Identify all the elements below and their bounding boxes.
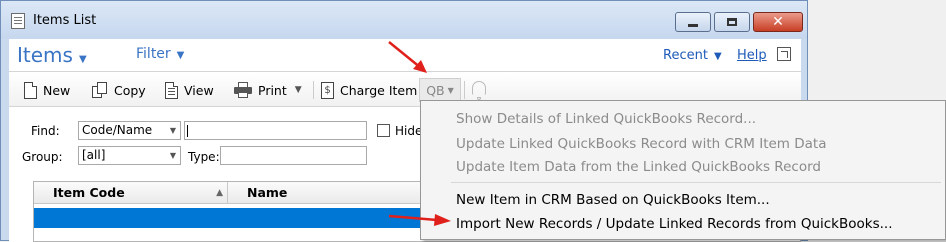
toolbar-divider	[313, 81, 314, 99]
maximize-button[interactable]	[714, 12, 750, 32]
find-input[interactable]	[184, 121, 367, 140]
popout-icon[interactable]	[777, 47, 791, 61]
filter-menu[interactable]: Filter ▼	[136, 46, 184, 62]
close-button[interactable]: ✕	[753, 12, 803, 32]
charge-item-label: Charge Item	[340, 82, 418, 98]
print-icon	[234, 82, 252, 98]
view-icon	[165, 81, 178, 99]
chevron-down-icon: ▼	[78, 54, 87, 65]
group-select[interactable]: [all] ▼	[78, 146, 181, 165]
copy-icon	[92, 81, 108, 99]
annotation-arrow-icon	[388, 41, 427, 73]
menu-item-new-from-qb[interactable]: New Item in CRM Based on QuickBooks Item…	[456, 190, 770, 210]
items-menu[interactable]: Items ▼	[17, 43, 87, 67]
group-value: [all]	[82, 148, 106, 162]
group-label: Group:	[22, 150, 63, 164]
qb-menu-button[interactable]: QB ▼	[419, 78, 461, 102]
hide-label: Hide	[395, 124, 423, 138]
type-label: Type:	[188, 150, 220, 164]
toolbar-divider	[464, 81, 465, 99]
menu-divider	[451, 182, 941, 183]
minimize-icon	[688, 23, 698, 27]
find-field-value: Code/Name	[82, 123, 153, 137]
annotation-arrow-icon	[388, 214, 451, 226]
window-title: Items List	[33, 13, 97, 28]
chevron-down-icon[interactable]: ▼	[295, 85, 302, 95]
new-label: New	[43, 82, 71, 98]
copy-button[interactable]: Copy	[92, 80, 146, 100]
column-header-item-code[interactable]: Item Code ▲	[34, 182, 228, 203]
column-label: Name	[247, 185, 288, 200]
new-button[interactable]: New	[24, 80, 70, 100]
chevron-down-icon: ▼	[713, 51, 722, 62]
type-input[interactable]	[220, 146, 367, 165]
maximize-icon	[727, 18, 737, 26]
chevron-down-icon: ▼	[447, 85, 454, 95]
menu-item-show-details[interactable]: Show Details of Linked QuickBooks Record…	[456, 109, 756, 129]
minimize-button[interactable]	[675, 12, 711, 32]
qb-dropdown-menu: Show Details of Linked QuickBooks Record…	[420, 100, 946, 240]
view-button[interactable]: View	[165, 80, 214, 100]
menu-item-import-records[interactable]: Import New Records / Update Linked Recor…	[456, 214, 893, 234]
title-bar[interactable]: Items List ✕	[1, 1, 807, 39]
text-cursor	[187, 125, 188, 137]
qb-label: QB	[426, 82, 445, 98]
recent-menu[interactable]: Recent ▼	[663, 48, 722, 63]
filter-label: Filter	[136, 46, 171, 62]
find-label: Find:	[31, 124, 60, 138]
find-field-select[interactable]: Code/Name ▼	[78, 121, 181, 140]
chevron-down-icon: ▼	[169, 126, 176, 135]
app-icon	[11, 13, 25, 29]
chevron-down-icon: ▼	[169, 151, 176, 160]
menu-item-update-qb-record[interactable]: Update Linked QuickBooks Record with CRM…	[456, 134, 826, 154]
print-button[interactable]: Print ▼	[234, 80, 302, 100]
help-link[interactable]: Help	[737, 48, 767, 63]
charge-item-icon: $	[321, 81, 334, 99]
menu-item-update-item-data[interactable]: Update Item Data from the Linked QuickBo…	[456, 157, 821, 177]
chevron-down-icon: ▼	[176, 50, 185, 61]
items-title: Items	[17, 43, 73, 67]
charge-item-button[interactable]: $ Charge Item	[321, 80, 417, 100]
close-icon: ✕	[772, 14, 784, 30]
copy-label: Copy	[114, 82, 146, 98]
bell-icon[interactable]	[472, 81, 486, 100]
column-label: Item Code	[53, 185, 125, 200]
sort-ascending-icon: ▲	[216, 188, 223, 198]
view-label: View	[184, 82, 214, 98]
hide-checkbox[interactable]	[377, 124, 390, 137]
new-document-icon	[24, 81, 37, 99]
recent-label: Recent	[663, 48, 708, 63]
print-label: Print	[258, 82, 287, 98]
